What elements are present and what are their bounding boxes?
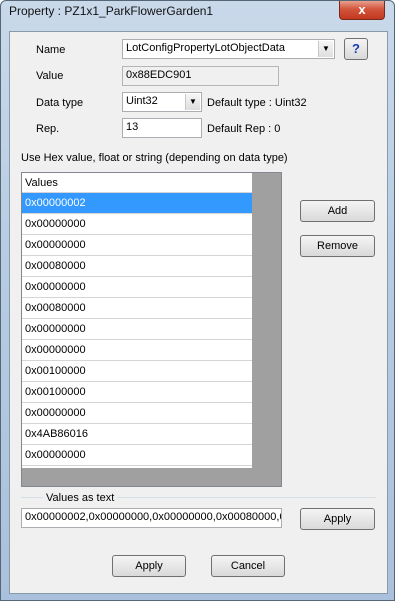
text-apply-button[interactable]: Apply xyxy=(300,508,375,530)
name-label: Name xyxy=(36,44,66,56)
datatype-value: Uint32 xyxy=(126,95,158,107)
values-list-body: Values 0x00000002 0x00000000 0x00000000 0x0… xyxy=(22,173,252,468)
list-item[interactable]: 0x00000000 xyxy=(22,277,252,298)
name-combobox[interactable]: LotConfigPropertyLotObjectData ▼ xyxy=(122,39,335,59)
list-item[interactable]: 0x00000000 xyxy=(22,445,252,466)
help-icon: ? xyxy=(352,41,360,56)
rep-value: 13 xyxy=(126,121,139,133)
value-label: Value xyxy=(36,70,64,82)
list-item[interactable]: 0x00080000 xyxy=(22,256,252,277)
help-button[interactable]: ? xyxy=(344,38,368,60)
apply-button[interactable]: Apply xyxy=(112,555,186,577)
hint-text: Use Hex value, float or string (dependin… xyxy=(21,152,288,164)
default-type-text: Default type : Uint32 xyxy=(207,97,307,109)
default-rep-text: Default Rep : 0 xyxy=(207,123,281,135)
datatype-label: Data type xyxy=(36,97,84,109)
remove-button[interactable]: Remove xyxy=(300,235,375,257)
values-as-text-label: Values as text xyxy=(43,492,118,504)
list-item[interactable]: 0x00100000 xyxy=(22,361,252,382)
list-item[interactable]: 0x00000000 xyxy=(22,403,252,424)
values-list[interactable]: Values 0x00000002 0x00000000 0x00000000 0x0… xyxy=(21,172,282,487)
dialog-body: Name LotConfigPropertyLotObjectData ▼ ? … xyxy=(9,31,388,594)
value-text: 0x88EDC901 xyxy=(126,69,192,81)
chevron-down-icon[interactable]: ▼ xyxy=(185,94,200,110)
list-item[interactable]: 0x00100000 xyxy=(22,382,252,403)
list-item[interactable]: 0x00000000 xyxy=(22,340,252,361)
rep-label: Rep. xyxy=(36,123,60,135)
list-item[interactable]: 0x00000002 xyxy=(22,193,252,214)
value-field: 0x88EDC901 xyxy=(122,66,279,86)
rep-input[interactable]: 13 xyxy=(122,118,202,138)
chevron-down-icon[interactable]: ▼ xyxy=(318,41,333,57)
list-item[interactable]: 0x00080000 xyxy=(22,298,252,319)
values-column-header[interactable]: Values xyxy=(22,173,252,193)
title-bar[interactable]: Property : PZ1x1_ParkFlowerGarden1 x xyxy=(1,1,395,23)
window-title: Property : PZ1x1_ParkFlowerGarden1 xyxy=(9,4,214,18)
datatype-combobox[interactable]: Uint32 ▼ xyxy=(122,92,202,112)
close-button[interactable]: x xyxy=(339,1,385,20)
list-item[interactable]: 0x4AB86016 xyxy=(22,424,252,445)
list-item[interactable]: 0x00000000 xyxy=(22,319,252,340)
list-item[interactable]: 0x00000000 xyxy=(22,235,252,256)
cancel-button[interactable]: Cancel xyxy=(211,555,285,577)
close-icon: x xyxy=(358,2,366,17)
name-value: LotConfigPropertyLotObjectData xyxy=(126,42,285,54)
values-text-input[interactable]: 0x00000002,0x00000000,0x00000000,0x00080… xyxy=(21,508,282,528)
values-text-value: 0x00000002,0x00000000,0x00000000,0x00080… xyxy=(25,511,282,523)
list-item[interactable]: 0x00000000 xyxy=(22,214,252,235)
dialog-window: Property : PZ1x1_ParkFlowerGarden1 x Nam… xyxy=(0,0,395,601)
add-button[interactable]: Add xyxy=(300,200,375,222)
